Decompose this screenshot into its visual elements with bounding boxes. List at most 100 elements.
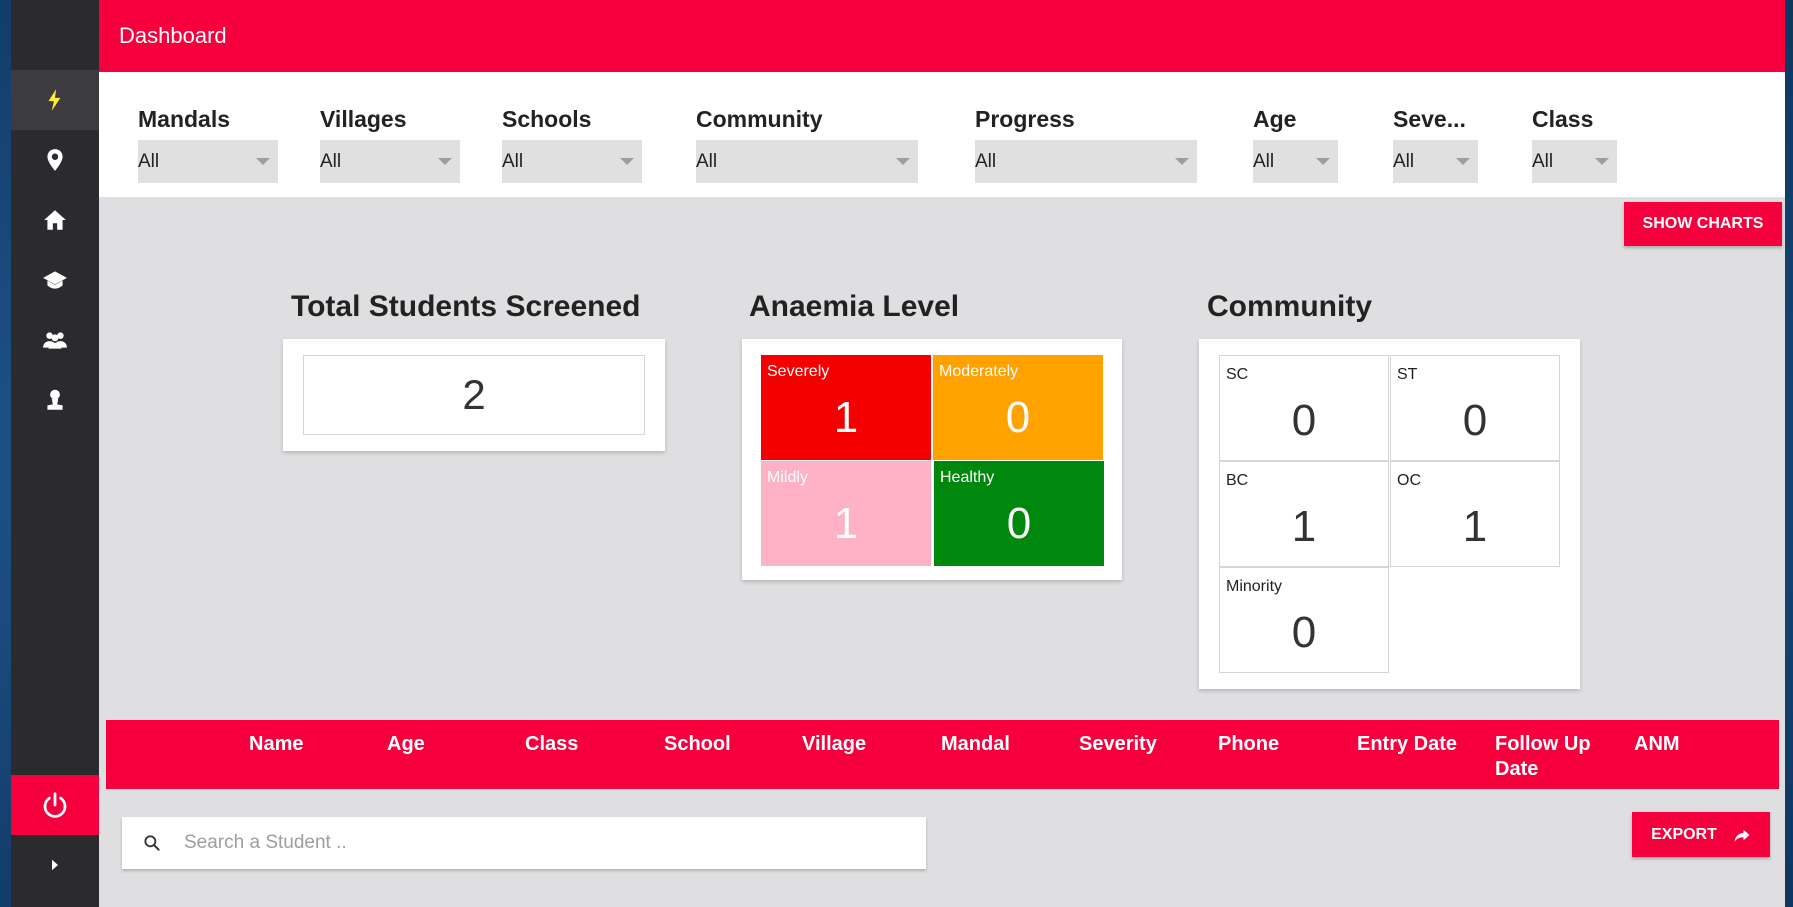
dropdown-arrow-icon [620,158,634,165]
cell-label: OC [1397,472,1421,489]
cell-label: Moderately [939,363,1019,380]
total-students-title: Total Students Screened [291,290,641,323]
select-value: All [1393,150,1415,172]
anaemia-card: Severely 1 Moderately 0 Mildly 1 Healthy… [742,339,1122,580]
flash-icon [48,89,61,111]
cell-value: 1 [833,393,859,442]
total-students-card: 2 [283,339,665,451]
expand-sidebar-button[interactable] [11,835,99,895]
sidebar-item-location[interactable] [11,130,99,190]
mandals-select[interactable]: All [138,140,278,183]
dropdown-arrow-icon [256,158,270,165]
sidebar-item-home[interactable] [11,190,99,250]
community-minority-cell[interactable]: Minority 0 [1219,567,1389,673]
dropdown-arrow-icon [1175,158,1189,165]
person-icon [47,389,63,410]
logout-button[interactable] [11,775,99,835]
dropdown-arrow-icon [438,158,452,165]
villages-select[interactable]: All [320,140,460,183]
anaemia-healthy-cell[interactable]: Healthy 0 [934,461,1104,566]
cell-value: 0 [1006,499,1032,548]
cell-label: Minority [1226,578,1283,595]
filter-bar: Mandals All Villages All Schools All Com… [99,72,1785,197]
select-value: All [975,150,997,172]
cell-label: SC [1226,366,1249,383]
cell-value: 0 [1005,393,1031,442]
group-icon [43,332,67,349]
progress-select[interactable]: All [975,140,1197,183]
cell-label: Severely [767,363,830,380]
sidebar-item-schools[interactable] [11,250,99,310]
cell-value: 1 [1462,502,1488,551]
cell-value: 1 [833,499,859,548]
students-table-header: Name Age Class School Village Mandal Sev… [106,720,1779,789]
severity-select[interactable]: All [1393,140,1478,183]
show-charts-button[interactable]: SHOW CHARTS [1624,202,1782,246]
anaemia-title: Anaemia Level [749,290,960,323]
cell-label: BC [1226,472,1249,489]
cell-label: ST [1397,366,1418,383]
community-title: Community [1207,290,1372,323]
filter-class: Class All [1532,106,1617,183]
filter-label: Progress [975,106,1075,132]
anaemia-mildly-cell[interactable]: Mildly 1 [761,461,931,566]
community-oc-cell[interactable]: OC 1 [1390,461,1560,567]
search-input[interactable] [184,832,884,854]
select-value: All [1253,150,1275,172]
select-value: All [696,150,718,172]
header-bar: Dashboard [99,0,1785,72]
cell-value: 1 [1291,502,1317,551]
column-header-class[interactable]: Class [525,732,578,757]
anaemia-severely-cell[interactable]: Severely 1 [761,355,931,460]
filter-community: Community All [696,106,918,183]
sidebar [11,0,99,907]
filter-mandals: Mandals All [138,106,278,183]
column-header-entry-date[interactable]: Entry Date [1357,732,1457,757]
community-sc-cell[interactable]: SC 0 [1219,355,1389,461]
cell-label: Mildly [767,469,808,486]
filter-villages: Villages All [320,106,460,183]
filter-label: Schools [502,106,592,132]
select-value: All [138,150,160,172]
column-header-mandal[interactable]: Mandal [941,732,1010,757]
sidebar-item-dashboard[interactable] [11,70,99,130]
column-header-name[interactable]: Name [249,732,303,757]
select-value: All [1532,150,1554,172]
anaemia-moderately-cell[interactable]: Moderately 0 [933,355,1103,460]
column-header-phone[interactable]: Phone [1218,732,1279,757]
location-pin-icon [47,149,63,171]
dropdown-arrow-icon [896,158,910,165]
schools-select[interactable]: All [502,140,642,183]
dropdown-arrow-icon [1316,158,1330,165]
chevron-right-icon [52,859,58,871]
dropdown-arrow-icon [1595,158,1609,165]
column-header-severity[interactable]: Severity [1079,732,1157,757]
filter-label: Villages [320,106,407,132]
column-header-anm[interactable]: ANM [1634,732,1680,757]
filter-label: Community [696,106,823,132]
home-icon [44,210,66,230]
filter-label: Mandals [138,106,231,132]
community-card: SC 0 ST 0 BC 1 OC 1 Minority 0 [1199,339,1580,689]
sidebar-item-community[interactable] [11,310,99,370]
main-content: Dashboard Mandals All Villages All Schoo… [99,0,1785,907]
cell-label: Healthy [940,469,995,486]
page-title: Dashboard [119,23,227,48]
share-arrow-icon [1734,829,1750,842]
column-header-follow-up-date[interactable]: Follow Up Date [1495,732,1605,782]
graduation-cap-icon [43,271,67,289]
export-button[interactable]: EXPORT [1632,812,1770,857]
community-st-cell[interactable]: ST 0 [1390,355,1560,461]
cell-value: 0 [1291,396,1317,445]
community-select[interactable]: All [696,140,918,183]
column-header-village[interactable]: Village [802,732,866,757]
column-header-school[interactable]: School [664,732,731,757]
filter-progress: Progress All [975,106,1197,183]
filter-severity: Seve... All [1393,106,1478,183]
column-header-age[interactable]: Age [387,732,425,757]
class-select[interactable]: All [1532,140,1617,183]
sidebar-item-profile[interactable] [11,370,99,430]
community-bc-cell[interactable]: BC 1 [1219,461,1389,567]
cell-value: 0 [1462,396,1488,445]
age-select[interactable]: All [1253,140,1338,183]
